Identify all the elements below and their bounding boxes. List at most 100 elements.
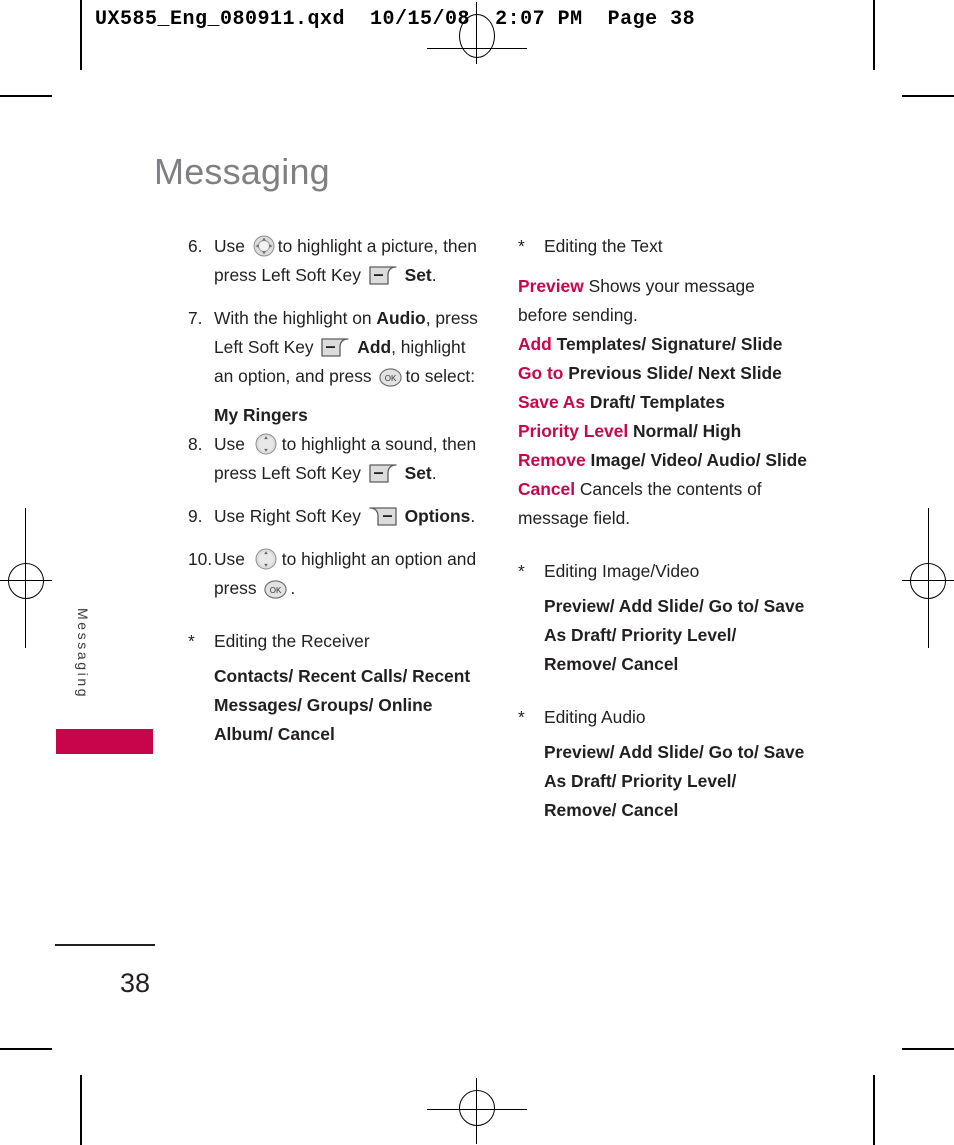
step-number: 10. bbox=[188, 549, 213, 569]
footer-rule bbox=[55, 944, 155, 946]
step-text: Use bbox=[214, 236, 245, 256]
step-item: 6. Use to highlight a picture, then pres… bbox=[188, 232, 488, 290]
option-entry: Remove Image/ Video/ Audio/ Slide bbox=[518, 446, 808, 475]
prepress-header-text: UX585_Eng_080911.qxd 10/15/08 2:07 PM Pa… bbox=[95, 8, 696, 31]
page-number: 38 bbox=[120, 968, 151, 998]
page-title: Messaging bbox=[154, 151, 330, 192]
right-column: * Editing the Text Preview Shows your me… bbox=[518, 232, 808, 825]
step-text: . bbox=[470, 506, 476, 526]
step-text: Use bbox=[214, 549, 245, 569]
option-keyword: Save As bbox=[518, 392, 586, 412]
registration-ring-icon bbox=[459, 1090, 495, 1126]
step-item: 7. With the highlight on Audio, press Le… bbox=[188, 304, 488, 391]
section-heading: Editing Audio bbox=[544, 707, 646, 727]
right-soft-key-icon bbox=[369, 506, 397, 526]
section-heading: Editing the Text bbox=[544, 236, 663, 256]
option-keyword: Preview bbox=[518, 276, 584, 296]
step-bold-term: Options bbox=[404, 506, 471, 526]
crop-mark-bottom-left-horizontal bbox=[0, 1048, 52, 1050]
registration-bar-vertical bbox=[476, 1078, 477, 1144]
section-options: Preview/ Add Slide/ Go to/ Save As Draft… bbox=[544, 596, 805, 674]
ok-key-icon: OK bbox=[264, 579, 288, 599]
option-description: Templates/ Signature/ Slide bbox=[556, 334, 783, 354]
option-keyword: Add bbox=[518, 334, 552, 354]
section-options: Contacts/ Recent Calls/ Recent Messages/… bbox=[214, 666, 471, 744]
section-editing-receiver: * Editing the Receiver bbox=[188, 627, 488, 656]
registration-ring-icon bbox=[8, 563, 44, 599]
manual-page: UX585_Eng_080911.qxd 10/15/08 2:07 PM Pa… bbox=[0, 0, 954, 1145]
option-keyword: Go to bbox=[518, 363, 564, 383]
step-body: Use Right Soft Key Options. bbox=[214, 502, 488, 531]
option-keyword: Priority Level bbox=[518, 421, 629, 441]
crop-mark-bottom-right-vertical bbox=[873, 1075, 875, 1145]
section-editing-audio: * Editing Audio bbox=[518, 703, 808, 732]
step-number: 6. bbox=[188, 236, 203, 256]
side-tab-label: Messaging bbox=[75, 608, 91, 700]
left-soft-key-icon bbox=[369, 463, 397, 483]
step-option-value: My Ringers bbox=[214, 405, 308, 425]
left-soft-key-icon bbox=[369, 265, 397, 285]
step-item: 10. Use to highlight an option and press… bbox=[188, 545, 488, 603]
registration-mark-bottom bbox=[417, 1078, 537, 1144]
side-tab-marker bbox=[56, 729, 153, 754]
option-entry: Cancel Cancels the contents of message f… bbox=[518, 475, 808, 533]
bullet-star: * bbox=[518, 707, 525, 727]
step-text: to highlight a sound, then press Left So… bbox=[214, 434, 477, 483]
bullet-star: * bbox=[518, 236, 525, 256]
step-bold-term: Audio bbox=[376, 308, 426, 328]
registration-mark-left bbox=[0, 508, 60, 648]
left-column: 6. Use to highlight a picture, then pres… bbox=[188, 232, 488, 749]
option-entry: Priority Level Normal/ High bbox=[518, 417, 808, 446]
crop-mark-top-right-vertical bbox=[873, 0, 875, 70]
option-description: Image/ Video/ Audio/ Slide bbox=[590, 450, 807, 470]
crop-mark-bottom-left-vertical bbox=[80, 1075, 82, 1145]
step-bold-term: Set bbox=[404, 265, 432, 285]
nav-4way-icon bbox=[253, 235, 275, 257]
option-description: Draft/ Templates bbox=[589, 392, 725, 412]
left-soft-key-icon bbox=[321, 337, 350, 357]
option-keyword: Remove bbox=[518, 450, 586, 470]
section-heading: Editing Image/Video bbox=[544, 561, 700, 581]
step-number: 9. bbox=[188, 506, 203, 526]
bullet-star: * bbox=[188, 631, 195, 651]
step-text: . bbox=[431, 265, 437, 285]
option-entry: Preview Shows your message before sendin… bbox=[518, 272, 808, 330]
nav-updown-icon bbox=[255, 433, 277, 455]
option-entry: Add Templates/ Signature/ Slide bbox=[518, 330, 808, 359]
step-text: Use bbox=[214, 434, 245, 454]
step-item: 8. Use to highlight a sound, then press … bbox=[188, 430, 488, 488]
svg-text:OK: OK bbox=[270, 586, 282, 595]
section-options: Preview/ Add Slide/ Go to/ Save As Draft… bbox=[544, 742, 805, 820]
option-description: Previous Slide/ Next Slide bbox=[568, 363, 782, 383]
option-description: Normal/ High bbox=[633, 421, 742, 441]
registration-bar-horizontal bbox=[0, 580, 52, 581]
step-body: With the highlight on Audio, press Left … bbox=[214, 304, 488, 391]
step-number: 7. bbox=[188, 308, 203, 328]
section-heading: Editing the Receiver bbox=[214, 631, 370, 651]
step-body: Use to highlight a picture, then press L… bbox=[214, 232, 488, 290]
crop-mark-bottom-right-horizontal bbox=[902, 1048, 954, 1050]
svg-text:OK: OK bbox=[385, 374, 397, 383]
registration-bar-vertical bbox=[25, 508, 26, 648]
step-item: 9. Use Right Soft Key Options. bbox=[188, 502, 488, 531]
step-text: . bbox=[290, 578, 296, 598]
step-text: to highlight an option and press bbox=[214, 549, 477, 598]
registration-mark-right bbox=[894, 508, 954, 648]
step-text: With the highlight on bbox=[214, 308, 372, 328]
ok-key-icon: OK bbox=[379, 367, 403, 387]
section-editing-text: * Editing the Text bbox=[518, 232, 808, 261]
step-body: Use to highlight an option and press OK … bbox=[214, 545, 488, 603]
step-bold-term: Set bbox=[404, 463, 432, 483]
registration-bar-horizontal bbox=[902, 580, 954, 581]
step-text: to select: bbox=[405, 366, 476, 386]
registration-bar-horizontal bbox=[427, 1109, 527, 1110]
crop-mark-top-left-vertical bbox=[80, 0, 82, 70]
step-text: . bbox=[431, 463, 437, 483]
step-body: Use to highlight a sound, then press Lef… bbox=[214, 430, 488, 488]
step-text: Use Right Soft Key bbox=[214, 506, 361, 526]
crop-mark-top-right-horizontal bbox=[902, 95, 954, 97]
section-editing-image-video: * Editing Image/Video bbox=[518, 557, 808, 586]
option-keyword: Cancel bbox=[518, 479, 576, 499]
registration-bar-horizontal bbox=[427, 48, 527, 49]
bullet-star: * bbox=[518, 561, 525, 581]
